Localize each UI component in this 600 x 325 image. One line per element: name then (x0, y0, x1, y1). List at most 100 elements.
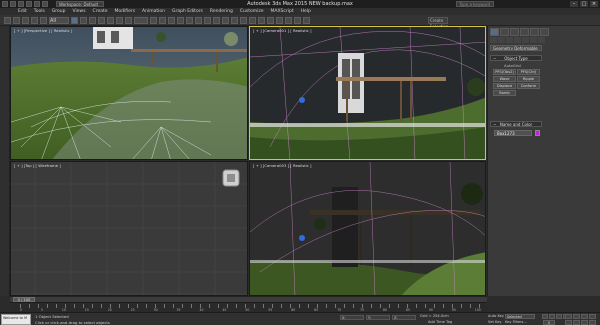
rendered-frame-icon[interactable] (294, 17, 301, 24)
modify-tab-icon[interactable] (500, 28, 509, 36)
menu-help[interactable]: Help (301, 9, 311, 14)
set-key-button[interactable]: Set Key (488, 320, 502, 324)
select-by-name-icon[interactable] (80, 17, 87, 24)
lights-icon[interactable] (506, 37, 513, 43)
autogrid-checkbox[interactable]: AutoGrid (504, 63, 521, 68)
object-type-rollout[interactable]: − Object Type (490, 55, 542, 61)
pfs-ctrl-button[interactable]: PFS(Ctrl) (517, 69, 540, 75)
spinner-snap-icon[interactable] (204, 17, 211, 24)
y-coord-field[interactable]: Y: (366, 315, 390, 320)
track-bar[interactable]: 0 5 10 15 20 25 30 35 40 45 50 55 60 65 … (10, 302, 487, 312)
select-manipulate-icon[interactable] (159, 17, 166, 24)
menu-graph-editors[interactable]: Graph Editors (172, 9, 203, 14)
z-coord-field[interactable]: Z: (392, 315, 416, 320)
x-coord-field[interactable]: X: (340, 315, 364, 320)
link-icon[interactable] (22, 17, 29, 24)
create-tab-icon[interactable] (490, 28, 499, 36)
close-icon[interactable]: × (590, 1, 598, 7)
go-to-start-icon[interactable] (542, 314, 548, 319)
ripple-button[interactable]: Ripple (517, 76, 540, 82)
move-icon[interactable] (107, 17, 114, 24)
geometry-icon[interactable] (490, 37, 497, 43)
edit-named-sets-icon[interactable] (213, 17, 220, 24)
menu-tools[interactable]: Tools (34, 9, 45, 14)
conform-button[interactable]: Conform (517, 83, 540, 89)
viewport-label-camera001[interactable]: [ + ] [Camera001 ] [ Realistic ] (253, 28, 312, 33)
viewport-top[interactable]: [ + ] [Top ] [ Wireframe ] (10, 161, 248, 296)
menu-maxscript[interactable]: MAXScript (271, 9, 294, 14)
named-selection-set-dropdown[interactable]: Create Selection Se (428, 17, 448, 35)
viewport-camera001[interactable]: [ + ] [Camera001 ] [ Realistic ] (249, 26, 486, 160)
align-icon[interactable] (231, 17, 238, 24)
minimize-icon[interactable]: – (570, 1, 578, 7)
unlink-icon[interactable] (31, 17, 38, 24)
menu-views[interactable]: Views (73, 9, 86, 14)
previous-frame-icon[interactable] (549, 314, 555, 319)
motion-tab-icon[interactable] (520, 28, 529, 36)
play-icon[interactable] (556, 314, 562, 319)
viewport-camera003[interactable]: [ + ] [Camera003 ] [ Realistic ] (249, 161, 486, 296)
key-filters-button[interactable]: Key Filters... (505, 320, 527, 324)
menu-customize[interactable]: Customize (240, 9, 264, 14)
pivot-icon[interactable] (150, 17, 157, 24)
name-and-color-rollout[interactable]: − Name and Color (490, 121, 542, 127)
curve-editor-icon[interactable] (258, 17, 265, 24)
maxscript-listener[interactable]: Welcome to M (1, 314, 31, 325)
menu-animation[interactable]: Animation (142, 9, 165, 14)
orbit-icon[interactable] (581, 320, 588, 325)
systems-icon[interactable] (538, 37, 545, 43)
keyboard-shortcut-icon[interactable] (168, 17, 175, 24)
add-time-tag-button[interactable]: Add Time Tag (428, 320, 452, 324)
zoom-all-icon[interactable] (573, 314, 580, 319)
zoom-icon[interactable] (565, 314, 572, 319)
display-tab-icon[interactable] (530, 28, 539, 36)
rotate-icon[interactable] (116, 17, 123, 24)
menu-rendering[interactable]: Rendering (210, 9, 233, 14)
key-mode-dropdown[interactable]: Selected (505, 314, 535, 319)
utilities-tab-icon[interactable] (540, 28, 549, 36)
region-select-icon[interactable] (89, 17, 96, 24)
viewport-label-camera003[interactable]: [ + ] [Camera003 ] [ Realistic ] (253, 163, 312, 168)
zoom-extents-all-icon[interactable] (589, 314, 596, 319)
schematic-view-icon[interactable] (267, 17, 274, 24)
field-of-view-icon[interactable] (565, 320, 572, 325)
window-crossing-icon[interactable] (98, 17, 105, 24)
bind-space-warp-icon[interactable] (40, 17, 47, 24)
material-editor-icon[interactable] (276, 17, 283, 24)
object-name-field[interactable]: Box1273 (494, 130, 532, 136)
render-setup-icon[interactable] (285, 17, 292, 24)
viewport-label-perspective[interactable]: [ + ] [Perspective ] [ Realistic ] (14, 28, 72, 33)
mirror-icon[interactable] (222, 17, 229, 24)
select-object-icon[interactable] (71, 17, 78, 24)
object-color-swatch[interactable] (535, 130, 540, 136)
auto-key-button[interactable]: Auto Key (488, 314, 504, 318)
angle-snap-icon[interactable] (186, 17, 193, 24)
space-warps-icon[interactable] (530, 37, 537, 43)
hierarchy-tab-icon[interactable] (510, 28, 519, 36)
percent-snap-icon[interactable] (195, 17, 202, 24)
category-dropdown[interactable]: Geometry Deformable (490, 45, 542, 51)
maximize-icon[interactable]: □ (580, 1, 588, 7)
helpers-icon[interactable] (522, 37, 529, 43)
maximize-viewport-icon[interactable] (589, 320, 596, 325)
menu-edit[interactable]: Edit (18, 9, 27, 14)
viewport-label-top[interactable]: [ + ] [Top ] [ Wireframe ] (14, 163, 61, 168)
search-input[interactable]: Type a keyword or phrase (456, 1, 494, 12)
layer-explorer-icon[interactable] (240, 17, 247, 24)
snaps-toggle-icon[interactable] (177, 17, 184, 24)
shapes-icon[interactable] (498, 37, 505, 43)
wave-button[interactable]: Wave (493, 76, 516, 82)
viewport-perspective[interactable]: [ + ] [Perspective ] [ Realistic ] (10, 26, 248, 160)
graphite-toggle-icon[interactable] (249, 17, 256, 24)
menu-group[interactable]: Group (52, 9, 66, 14)
zoom-extents-icon[interactable] (581, 314, 588, 319)
reference-coord-icon[interactable] (134, 17, 148, 24)
menu-modifiers[interactable]: Modifiers (115, 9, 136, 14)
undo-icon[interactable] (4, 17, 11, 24)
bomb-button[interactable]: Bomb (493, 90, 516, 96)
render-production-icon[interactable] (303, 17, 310, 24)
current-frame-field[interactable]: 0 (543, 320, 555, 325)
redo-icon[interactable] (13, 17, 20, 24)
pan-icon[interactable] (573, 320, 580, 325)
pfs-obs2-button[interactable]: PFS(Obs2) (493, 69, 516, 75)
